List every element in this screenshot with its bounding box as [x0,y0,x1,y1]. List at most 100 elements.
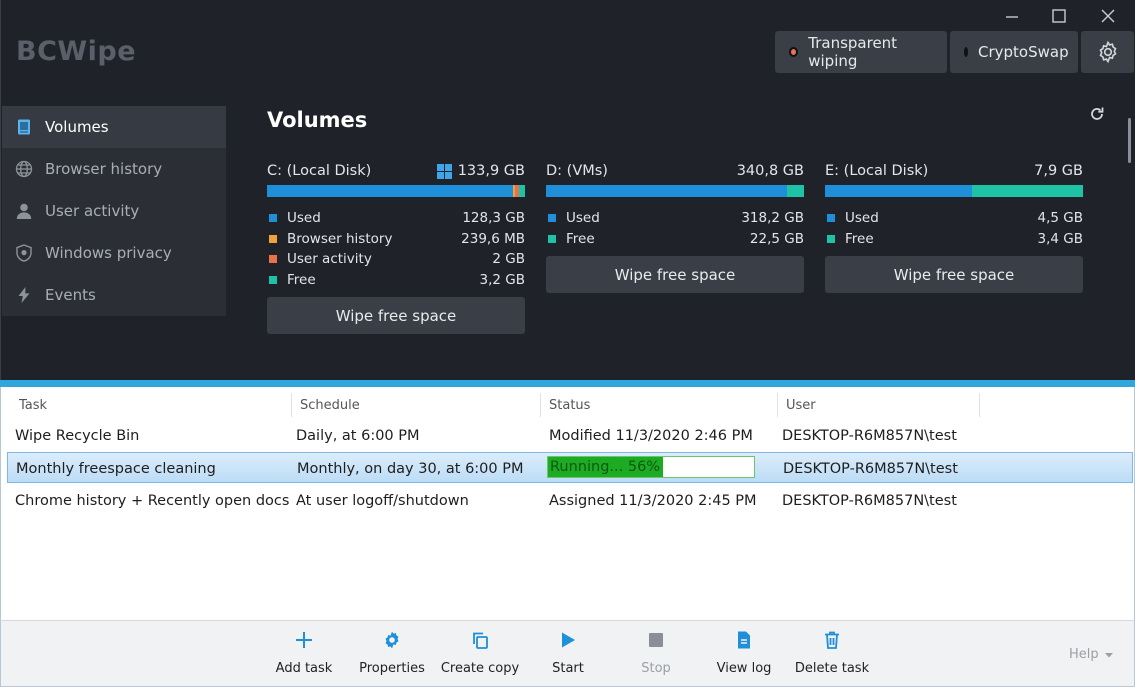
usage-segment [971,185,1083,197]
sidebar-item-windows-privacy[interactable]: Windows privacy [2,232,226,274]
task-schedule: Daily, at 6:00 PM [296,427,420,444]
legend-value: 2 GB [492,251,525,268]
add-task-button[interactable]: Add task [262,629,346,681]
sidebar-item-browser-history[interactable]: Browser history [2,148,226,190]
legend-value: 318,2 GB [741,210,804,227]
legend-item: Free 3,2 GB [267,270,525,291]
transparent-wiping-button[interactable]: Transparent wiping [775,31,947,73]
sidebar: Volumes Browser history User activity Wi… [2,106,226,316]
legend-swatch [269,214,277,223]
user-icon [14,201,34,221]
legend-swatch [827,234,835,243]
toolbar-label: Create copy [440,661,520,676]
legend-label: Browser history [287,230,393,247]
toolbar-label: Start [552,661,584,676]
chevron-down-icon [1104,647,1113,662]
sidebar-item-events[interactable]: Events [2,274,226,316]
column-header-status[interactable]: Status [541,393,778,417]
sidebar-item-label: Events [45,286,96,304]
legend-item: User activity 2 GB [267,249,525,270]
cryptoswap-label: CryptoSwap [978,43,1069,61]
task-status: Assigned 11/3/2020 2:45 PM [549,492,757,509]
log-icon [733,629,755,651]
legend-item: Browser history 239,6 MB [267,229,525,250]
disk-name: D: (VMs) [546,163,608,179]
close-button[interactable] [1096,5,1120,27]
maximize-button[interactable] [1047,5,1071,27]
legend-value: 128,3 GB [462,210,525,227]
help-menu[interactable]: Help [1069,647,1113,662]
stop-button[interactable]: Stop [614,629,698,681]
wipe-free-space-button-e[interactable]: Wipe free space [825,256,1083,293]
usage-segment [825,185,972,197]
legend-label: Free [566,230,595,247]
column-header-task[interactable]: Task [11,393,292,417]
column-header-user[interactable]: User [778,393,980,417]
legend-swatch [548,214,556,223]
status-dot-icon [789,47,799,57]
disk-card-c: C: (Local Disk) 133,9 GB Used 128,3 GB Br… [267,160,525,334]
legend-item: Used 128,3 GB [267,208,525,229]
close-icon [1101,9,1115,23]
wipe-free-space-button-c[interactable]: Wipe free space [267,297,525,334]
legend-label: Used [287,210,321,227]
table-row[interactable]: Wipe Recycle Bin Daily, at 6:00 PM Modif… [7,420,1133,451]
task-name: Monthly freespace cleaning [16,460,216,477]
bolt-icon [14,285,34,305]
app-logo: BCWipe [16,36,137,67]
disk-size: 7,9 GB [1034,163,1083,179]
disk-name: C: (Local Disk) [267,163,372,179]
legend-swatch [269,255,277,264]
disk-legend: Used 128,3 GB Browser history 239,6 MB Use… [267,208,525,290]
start-button[interactable]: Start [526,629,610,681]
disk-size: 340,8 GB [736,163,804,179]
refresh-button[interactable] [1087,104,1107,124]
sidebar-item-user-activity[interactable]: User activity [2,190,226,232]
cryptoswap-button[interactable]: CryptoSwap [950,31,1078,73]
task-name: Chrome history + Recently open docs [15,492,290,509]
properties-button[interactable]: Properties [350,629,434,681]
splitter[interactable] [0,380,1135,387]
refresh-icon [1091,107,1104,120]
column-header-schedule[interactable]: Schedule [292,393,541,417]
view-log-button[interactable]: View log [702,629,786,681]
table-row[interactable]: Chrome history + Recently open docs At u… [7,485,1133,516]
page-title: Volumes [267,108,368,132]
settings-button[interactable] [1081,31,1134,73]
bcwipe-window: BCWipe Transparent wiping CryptoSwap Vol… [0,0,1135,687]
delete-task-button[interactable]: Delete task [790,629,874,681]
bottom-toolbar: Add task Properties Create copy Start St… [0,620,1135,687]
disk-legend: Used 4,5 GB Free 3,4 GB [825,208,1083,249]
legend-label: Used [566,210,600,227]
legend-swatch [269,275,277,284]
task-progress-bar: Running... 56% [547,456,755,478]
task-schedule: At user logoff/shutdown [296,492,469,509]
help-label: Help [1069,647,1099,662]
table-header: Task Schedule Status User [1,393,1135,417]
toolbar-label: Stop [641,661,671,676]
table-row[interactable]: Monthly freespace cleaning Monthly, on d… [7,452,1133,483]
wipe-free-space-button-d[interactable]: Wipe free space [546,256,804,293]
task-status: Running... 56% [550,459,661,475]
legend-value: 22,5 GB [749,230,804,247]
legend-item: Used 4,5 GB [825,208,1083,229]
sidebar-item-volumes[interactable]: Volumes [2,106,226,148]
legend-value: 4,5 GB [1037,210,1083,227]
legend-value: 3,4 GB [1037,230,1083,247]
legend-label: Free [845,230,874,247]
status-dot-icon [964,47,968,57]
scrollbar[interactable] [1128,118,1131,163]
legend-item: Free 3,4 GB [825,229,1083,250]
disk-usage-bar [546,185,804,197]
task-schedule: Monthly, on day 30, at 6:00 PM [297,460,524,477]
task-user: DESKTOP-R6M857N\test [782,492,957,509]
sidebar-item-label: Windows privacy [45,244,172,262]
legend-label: User activity [287,251,372,268]
usage-segment [546,185,787,197]
plus-icon [293,629,315,651]
globe-icon [14,159,34,179]
minimize-button[interactable] [1000,5,1024,27]
task-user: DESKTOP-R6M857N\test [783,460,958,477]
disk-size: 133,9 GB [457,163,525,179]
create-copy-button[interactable]: Create copy [438,629,522,681]
